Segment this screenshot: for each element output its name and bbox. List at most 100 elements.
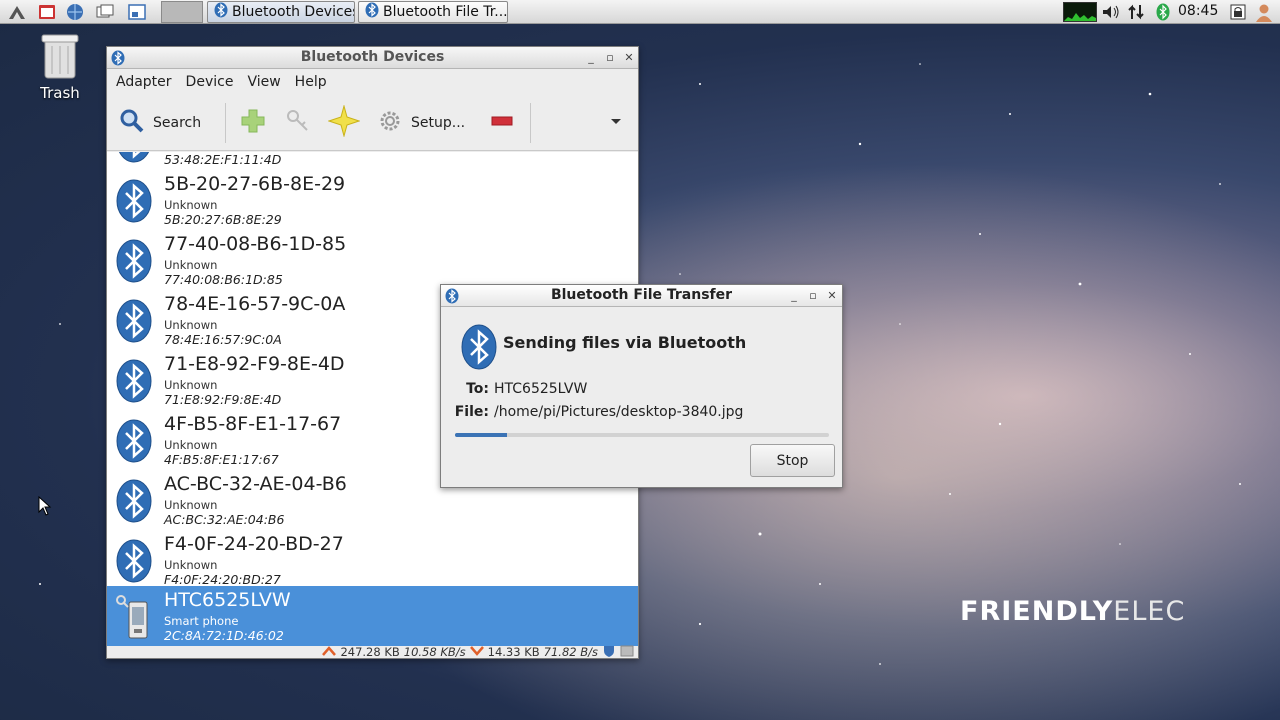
toolbar-separator	[225, 103, 226, 143]
bluetooth-icon	[115, 152, 153, 164]
device-name: 71-E8-92-F9-8E-4D	[164, 353, 345, 375]
desktop-pager[interactable]	[161, 1, 203, 23]
menu-help[interactable]: Help	[288, 74, 334, 90]
file-label: File:	[454, 404, 489, 420]
list-item[interactable]: 77-40-08-B6-1D-85 Unknown 77:40:08:B6:1D…	[107, 230, 638, 290]
smartphone-icon	[115, 594, 153, 640]
pair-button[interactable]	[240, 105, 266, 141]
close-button[interactable]: ✕	[621, 50, 637, 66]
device-name: AC-BC-32-AE-04-B6	[164, 473, 347, 495]
bluetooth-icon	[115, 298, 153, 344]
device-address: 78:4E:16:57:9C:0A	[164, 332, 282, 347]
bluetooth-tray-icon[interactable]	[1152, 0, 1174, 24]
search-button[interactable]: Search	[119, 105, 201, 141]
upload-rate: 10.58 KB/s	[403, 645, 466, 659]
menu-adapter[interactable]: Adapter	[109, 74, 179, 90]
remove-icon	[489, 108, 515, 138]
device-class: Unknown	[164, 318, 218, 332]
list-item-selected[interactable]: HTC6525LVW Smart phone 2C:8A:72:1D:46:02	[107, 586, 638, 646]
file-value: /home/pi/Pictures/desktop-3840.jpg	[494, 404, 744, 420]
to-value: HTC6525LVW	[494, 381, 588, 397]
device-name: F4-0F-24-20-BD-27	[164, 533, 344, 555]
minimize-button[interactable]: _	[786, 288, 802, 304]
statusbar: 247.28 KB 10.58 KB/s 14.33 KB 71.82 B/s	[107, 645, 638, 660]
device-class: Unknown	[164, 258, 218, 272]
close-button[interactable]: ✕	[824, 288, 840, 304]
device-class: Unknown	[164, 198, 218, 212]
setup-label: Setup...	[411, 115, 466, 131]
bluetooth-icon	[115, 238, 153, 284]
search-label: Search	[153, 115, 202, 131]
device-name: 77-40-08-B6-1D-85	[164, 233, 347, 255]
window-title: Bluetooth Devices	[300, 49, 445, 65]
device-name: 4F-B5-8F-E1-17-67	[164, 413, 342, 435]
device-address: 2C:8A:72:1D:46:02	[164, 628, 284, 643]
bluetooth-icon	[214, 2, 228, 22]
device-class: Unknown	[164, 378, 218, 392]
volume-icon[interactable]	[1100, 0, 1122, 24]
bluetooth-icon	[115, 478, 153, 524]
mouse-cursor-icon	[38, 495, 52, 520]
trash-desktop-item[interactable]: Trash	[30, 32, 90, 102]
toolbar-overflow-button[interactable]	[610, 105, 622, 141]
cpu-monitor-graph[interactable]	[1063, 2, 1097, 22]
device-address: 53:48:2E:F1:11:4D	[164, 152, 282, 167]
toolbar: Search Setup...	[107, 95, 638, 151]
bluetooth-icon	[115, 418, 153, 464]
transfer-progress-bar	[455, 433, 829, 437]
trust-button[interactable]	[285, 105, 311, 141]
download-total: 14.33 KB	[487, 645, 540, 659]
list-item[interactable]: F4-0F-24-20-BD-27 Unknown F4:0F:24:20:BD…	[107, 530, 638, 590]
shield-icon	[602, 645, 616, 660]
download-rate: 71.82 B/s	[543, 645, 598, 659]
network-icon[interactable]	[1125, 0, 1147, 24]
bluetooth-icon	[460, 323, 498, 375]
menu-device[interactable]: Device	[179, 74, 241, 90]
menu-view[interactable]: View	[240, 74, 287, 90]
window-title: Bluetooth File Transfer	[550, 287, 733, 303]
list-item[interactable]: 53:48:2E:F1:11:4D	[107, 152, 638, 170]
progress-fill	[455, 433, 508, 437]
window-titlebar[interactable]: Bluetooth File Transfer _ ▫ ✕	[441, 285, 842, 307]
task-label: Bluetooth File Tr...	[383, 4, 508, 20]
device-address: F4:0F:24:20:BD:27	[164, 572, 281, 587]
upload-total: 247.28 KB	[340, 645, 400, 659]
lock-screen-icon[interactable]	[1227, 0, 1249, 24]
device-class: Unknown	[164, 438, 218, 452]
bluetooth-icon	[115, 358, 153, 404]
browser-globe-icon[interactable]	[64, 2, 86, 22]
download-arrow-icon	[469, 645, 484, 659]
device-name: 78-4E-16-57-9C-0A	[164, 293, 346, 315]
stop-button[interactable]: Stop	[750, 444, 835, 477]
minimize-button[interactable]: _	[583, 50, 599, 66]
task-bluetooth-devices[interactable]: Bluetooth Devices	[207, 1, 355, 23]
menubar: Adapter Device View Help	[107, 69, 638, 95]
task-bluetooth-file-transfer[interactable]: Bluetooth File Tr...	[358, 1, 508, 23]
maximize-button[interactable]: ▫	[805, 288, 821, 304]
connection-icon	[620, 645, 634, 660]
maximize-button[interactable]: ▫	[602, 50, 618, 66]
menu-launcher-icon[interactable]	[6, 2, 28, 22]
to-label: To:	[466, 381, 489, 397]
setup-button[interactable]: Setup...	[377, 105, 465, 141]
bluetooth-file-transfer-window: Bluetooth File Transfer _ ▫ ✕ Sending fi…	[440, 284, 843, 488]
toolbar-separator	[530, 103, 531, 143]
trash-label: Trash	[40, 84, 80, 102]
windows-icon[interactable]	[94, 2, 116, 22]
gear-icon	[377, 108, 403, 138]
window-titlebar[interactable]: Bluetooth Devices _ ▫ ✕	[107, 47, 638, 69]
file-manager-icon[interactable]	[36, 2, 58, 22]
dialog-heading: Sending files via Bluetooth	[503, 333, 747, 352]
upload-arrow-icon	[322, 645, 337, 659]
taskbar: Bluetooth Devices Bluetooth File Tr... 0…	[0, 0, 1280, 24]
clock[interactable]: 08:45	[1178, 3, 1218, 19]
remove-button[interactable]	[489, 105, 515, 141]
device-class: Unknown	[164, 558, 218, 572]
terminal-icon[interactable]	[126, 2, 148, 22]
chevron-down-icon	[610, 115, 622, 131]
bluetooth-icon	[365, 2, 379, 22]
list-item[interactable]: 5B-20-27-6B-8E-29 Unknown 5B:20:27:6B:8E…	[107, 170, 638, 230]
user-shutdown-icon[interactable]	[1252, 0, 1276, 24]
favorite-button[interactable]	[327, 104, 361, 141]
device-class: Unknown	[164, 498, 218, 512]
